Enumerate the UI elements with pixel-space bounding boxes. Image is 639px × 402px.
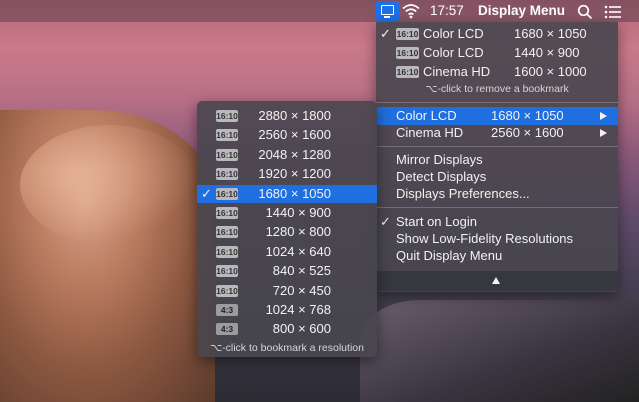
menu-item-label: Show Low-Fidelity Resolutions bbox=[396, 231, 574, 246]
display-menu: ✓ 16:10 Color LCD 1680 × 1050 16:10 Colo… bbox=[376, 22, 618, 292]
aspect-badge: 16:10 bbox=[396, 47, 419, 59]
wallpaper-rocks bbox=[360, 300, 639, 402]
resolution-item[interactable]: 16:10 840 × 525 bbox=[197, 262, 377, 280]
menu-item-label: Mirror Displays bbox=[396, 152, 483, 167]
quit-item[interactable]: Quit Display Menu bbox=[376, 247, 618, 265]
resolution-label: 720 × 450 bbox=[272, 282, 331, 298]
detect-displays-item[interactable]: Detect Displays bbox=[376, 168, 618, 186]
resolution-label: 1680 × 1050 bbox=[258, 185, 331, 201]
menu-item-label: Quit Display Menu bbox=[396, 248, 503, 263]
resolution-label: 800 × 600 bbox=[272, 321, 331, 337]
resolution-label: 2560 × 1600 bbox=[258, 127, 331, 143]
resolution-label: 1024 × 768 bbox=[265, 302, 331, 317]
resolution-item[interactable]: 16:10 2048 × 1280 bbox=[197, 146, 377, 164]
resolution-hint: ⌥-click to bookmark a resolution bbox=[210, 342, 364, 354]
bookmark-item[interactable]: 16:10 Cinema HD 1600 × 1000 bbox=[376, 63, 618, 81]
resolution-label: 1280 × 800 bbox=[265, 224, 331, 240]
check-icon: ✓ bbox=[380, 214, 391, 229]
bookmark-resolution: 1600 × 1000 bbox=[514, 64, 587, 79]
display-name: Color LCD bbox=[396, 108, 457, 123]
menu-item-label: Start on Login bbox=[396, 214, 477, 229]
resolution-label: 2880 × 1800 bbox=[258, 108, 331, 123]
aspect-badge: 16:10 bbox=[396, 28, 419, 40]
resolution-item[interactable]: 4:3 1024 × 768 bbox=[197, 301, 377, 319]
notification-center-icon[interactable] bbox=[604, 5, 622, 19]
resolution-item[interactable]: 4:3 800 × 600 bbox=[197, 320, 377, 338]
display-name: Cinema HD bbox=[396, 125, 464, 140]
resolution-item[interactable]: 16:10 720 × 450 bbox=[197, 282, 377, 300]
resolution-label: 840 × 525 bbox=[272, 263, 331, 279]
menu-bar: 17:57 Display Menu bbox=[0, 0, 639, 22]
wallpaper-cliff-highlight bbox=[20, 125, 200, 245]
display-item-color-lcd[interactable]: Color LCD 1680 × 1050 bbox=[376, 107, 618, 125]
display-menu-button[interactable] bbox=[375, 1, 399, 21]
menu-separator bbox=[376, 146, 618, 147]
display-resolution: 1680 × 1050 bbox=[491, 108, 564, 123]
resolution-item[interactable]: 16:10 1280 × 800 bbox=[197, 223, 377, 241]
bookmark-display-name: Color LCD bbox=[423, 26, 484, 41]
bookmark-resolution: 1680 × 1050 bbox=[514, 26, 587, 41]
menu-scroll-footer[interactable] bbox=[376, 271, 618, 291]
mirror-displays-item[interactable]: Mirror Displays bbox=[376, 151, 618, 169]
menu-item-label: Detect Displays bbox=[396, 169, 487, 184]
bookmark-item[interactable]: ✓ 16:10 Color LCD 1680 × 1050 bbox=[376, 25, 618, 43]
resolution-label: 2048 × 1280 bbox=[258, 146, 331, 162]
resolution-item[interactable]: 16:10 1920 × 1200 bbox=[197, 165, 377, 183]
resolution-label: 1024 × 640 bbox=[265, 243, 331, 259]
resolution-item[interactable]: ✓ 16:10 1680 × 1050 bbox=[197, 184, 377, 203]
resolution-item[interactable]: 16:10 2560 × 1600 bbox=[197, 126, 377, 144]
aspect-badge: 16:10 bbox=[396, 66, 419, 78]
resolution-submenu: 16:10 2880 × 1800 16:10 2560 × 1600 16:10 204… bbox=[197, 101, 377, 357]
bookmark-item[interactable]: 16:10 Color LCD 1440 × 900 bbox=[376, 44, 618, 62]
show-low-fidelity-item[interactable]: Show Low-Fidelity Resolutions bbox=[376, 230, 618, 248]
menu-separator bbox=[376, 207, 618, 208]
display-resolution: 2560 × 1600 bbox=[491, 125, 564, 140]
resolution-item[interactable]: 16:10 1440 × 900 bbox=[197, 204, 377, 222]
display-icon bbox=[381, 5, 394, 15]
submenu-arrow-icon bbox=[600, 112, 607, 120]
display-icon-stand bbox=[384, 16, 390, 18]
submenu-arrow-icon bbox=[600, 129, 607, 137]
resolution-item[interactable]: 16:10 2880 × 1800 bbox=[197, 107, 377, 125]
displays-preferences-item[interactable]: Displays Preferences... bbox=[376, 185, 618, 203]
bookmark-hint: ⌥-click to remove a bookmark bbox=[425, 83, 569, 95]
menubar-clock[interactable]: 17:57 bbox=[430, 0, 464, 22]
bookmark-display-name: Cinema HD bbox=[423, 64, 491, 79]
check-icon: ✓ bbox=[380, 26, 391, 41]
menu-separator bbox=[376, 102, 618, 103]
resolution-item[interactable]: 16:10 1024 × 640 bbox=[197, 243, 377, 261]
display-item-cinema-hd[interactable]: Cinema HD 2560 × 1600 bbox=[376, 124, 618, 142]
resolution-label: 1920 × 1200 bbox=[258, 166, 331, 182]
menu-item-label: Displays Preferences... bbox=[396, 186, 530, 201]
resolution-label: 1440 × 900 bbox=[265, 205, 331, 220]
search-icon[interactable] bbox=[577, 4, 593, 20]
scroll-up-arrow-icon[interactable] bbox=[492, 277, 500, 284]
wifi-icon[interactable] bbox=[402, 3, 420, 19]
menubar-app-title[interactable]: Display Menu bbox=[478, 0, 565, 22]
start-on-login-item[interactable]: ✓ Start on Login bbox=[376, 213, 618, 231]
bookmark-display-name: Color LCD bbox=[423, 45, 484, 60]
bookmark-resolution: 1440 × 900 bbox=[514, 45, 580, 60]
